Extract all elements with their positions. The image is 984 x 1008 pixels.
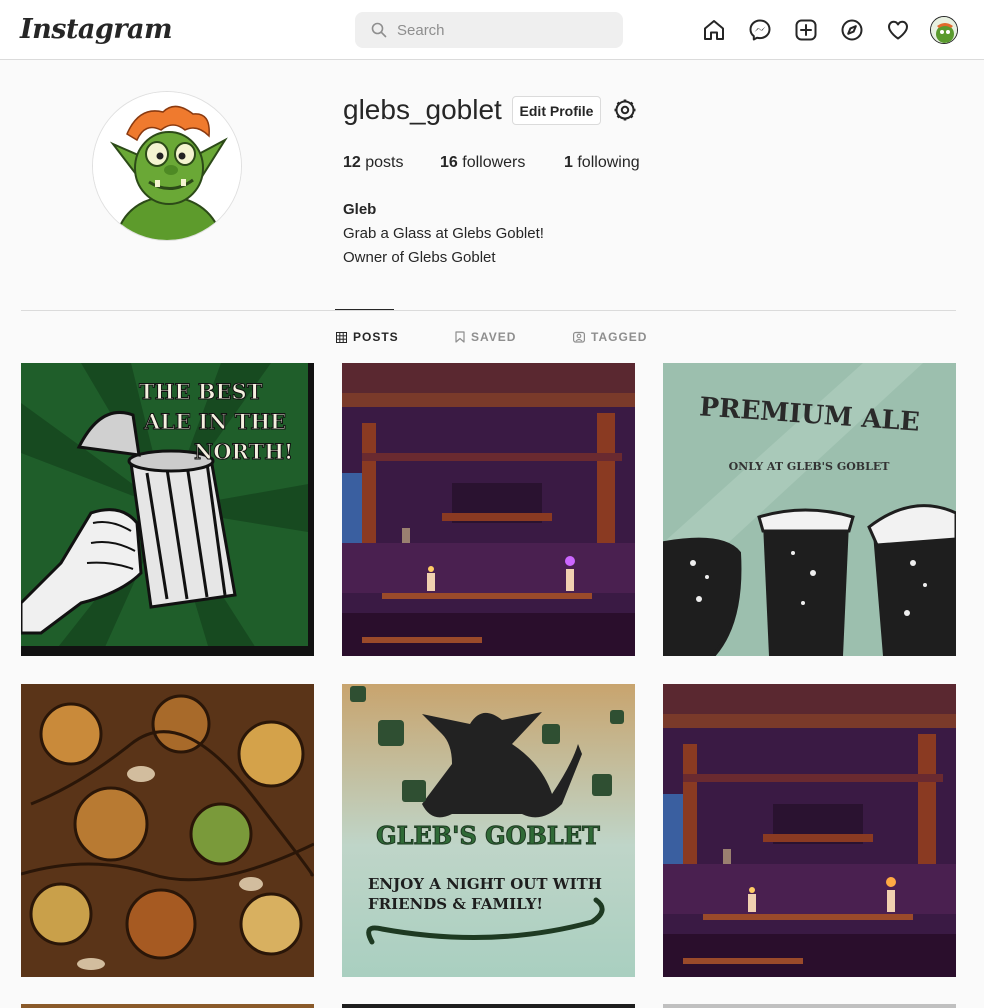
profile-avatar[interactable]: [92, 91, 242, 241]
tab-posts[interactable]: POSTS: [336, 330, 399, 344]
posts-label: posts: [365, 154, 404, 171]
profile-full-name: Gleb: [343, 201, 377, 218]
edit-profile-button[interactable]: Edit Profile: [512, 96, 601, 125]
search-input[interactable]: [397, 12, 607, 48]
post5-line2: FRIENDS & FAMILY!: [368, 895, 543, 913]
post1-line3: NORTH!: [194, 439, 293, 464]
post-tile[interactable]: [342, 1004, 635, 1008]
top-nav-bar: Instagram: [0, 0, 984, 60]
post3-subtitle: ONLY AT GLEB'S GOBLET: [729, 460, 891, 473]
search-icon: [371, 22, 387, 38]
activity-heart-icon[interactable]: [886, 18, 910, 42]
bookmark-icon: [455, 331, 465, 343]
tab-tagged-label: TAGGED: [591, 330, 648, 344]
tavern-interior-image: [663, 684, 956, 977]
glebs-goblet-poster-image: GLEB'S GOBLET ENJOY A NIGHT OUT WITH FRI…: [342, 684, 635, 977]
search-box[interactable]: [355, 12, 623, 48]
tavern-interior-image: [342, 363, 635, 656]
profile-username: glebs_goblet: [343, 94, 502, 125]
post5-title: GLEB'S GOBLET: [376, 821, 600, 850]
goblin-avatar-icon: [931, 17, 957, 43]
profile-avatar-small[interactable]: [930, 16, 958, 44]
explore-compass-icon[interactable]: [840, 18, 864, 42]
posts-count: 12: [343, 154, 361, 171]
ale-poster-image: THE BEST ALE IN THE NORTH!: [21, 363, 314, 656]
post-tile[interactable]: GLEB'S GOBLET ENJOY A NIGHT OUT WITH FRI…: [342, 684, 635, 977]
tabs-divider: [21, 310, 956, 311]
post1-line1: THE BEST: [139, 379, 263, 404]
bio-line: Grab a Glass at Glebs Goblet!: [343, 225, 544, 242]
tag-user-icon: [573, 331, 585, 343]
post-tile[interactable]: [21, 684, 314, 977]
followers-label: followers: [462, 154, 526, 171]
profile-bio: Gleb Grab a Glass at Glebs Goblet! Owner…: [343, 198, 544, 270]
messenger-icon[interactable]: [748, 18, 772, 42]
posts-stat: 12 posts: [343, 154, 404, 172]
following-count: 1: [564, 154, 573, 171]
followers-stat[interactable]: 16 followers: [440, 154, 525, 172]
premium-ale-image: PREMIUM ALE ONLY AT GLEB'S GOBLET: [663, 363, 956, 656]
post-tile[interactable]: [21, 1004, 314, 1008]
followers-count: 16: [440, 154, 458, 171]
following-label: following: [577, 154, 640, 171]
settings-gear-icon[interactable]: [613, 98, 637, 122]
bio-line: Owner of Glebs Goblet: [343, 249, 496, 266]
tab-tagged[interactable]: TAGGED: [573, 330, 647, 344]
goblin-portrait-icon: [93, 92, 241, 240]
post-tile[interactable]: [663, 1004, 956, 1008]
beer-doodle-image: [21, 684, 314, 977]
post5-line1: ENJOY A NIGHT OUT WITH: [368, 875, 602, 893]
tab-saved[interactable]: SAVED: [455, 330, 516, 344]
following-stat[interactable]: 1 following: [564, 154, 640, 172]
post-tile[interactable]: THE BEST ALE IN THE NORTH!: [21, 363, 314, 656]
tab-posts-label: POSTS: [353, 330, 399, 344]
tab-saved-label: SAVED: [471, 330, 517, 344]
active-tab-indicator: [335, 309, 394, 310]
post-tile[interactable]: [342, 363, 635, 656]
post-tile[interactable]: [663, 684, 956, 977]
grid-icon: [336, 331, 347, 343]
new-post-icon[interactable]: [794, 18, 818, 42]
instagram-logo[interactable]: Instagram: [20, 14, 173, 45]
post1-line2: ALE IN THE: [143, 409, 286, 434]
post-tile[interactable]: PREMIUM ALE ONLY AT GLEB'S GOBLET: [663, 363, 956, 656]
home-icon[interactable]: [702, 18, 726, 42]
